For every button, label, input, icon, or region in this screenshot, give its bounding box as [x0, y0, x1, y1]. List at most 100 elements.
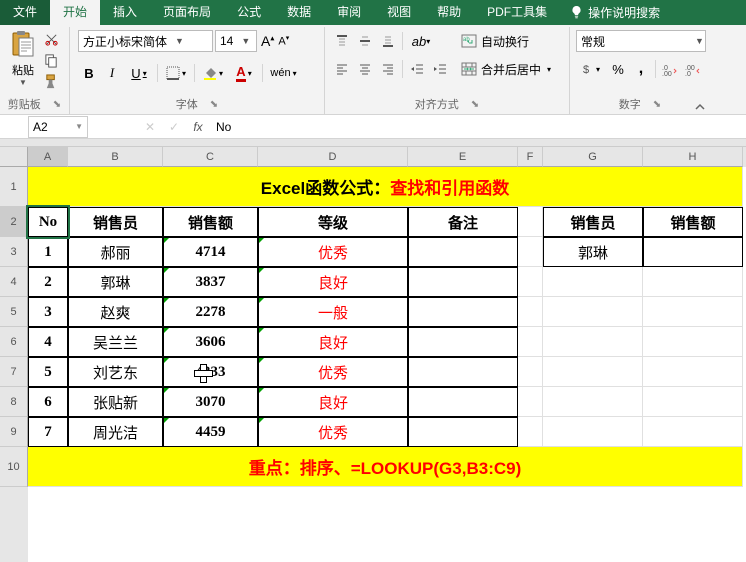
row-header[interactable]: 10: [0, 447, 28, 487]
tab-help[interactable]: 帮助: [424, 0, 474, 25]
phonetic-button[interactable]: wén▾: [266, 62, 301, 84]
cell[interactable]: 赵爽: [68, 297, 163, 327]
underline-button[interactable]: U▾: [124, 62, 154, 84]
percent-button[interactable]: %: [607, 58, 629, 80]
tab-file[interactable]: 文件: [0, 0, 50, 25]
wrap-text-button[interactable]: ab自动换行: [461, 30, 551, 52]
comma-button[interactable]: ,: [630, 58, 652, 80]
insert-function-button[interactable]: fx: [186, 116, 210, 138]
col-header[interactable]: B: [68, 147, 163, 167]
formula-input[interactable]: No: [210, 116, 746, 138]
cell[interactable]: 吴兰兰: [68, 327, 163, 357]
decrease-font-button[interactable]: A▾: [278, 34, 289, 48]
align-center-button[interactable]: [354, 58, 376, 80]
font-size-combo[interactable]: 14▼: [215, 30, 257, 52]
cell[interactable]: [518, 417, 543, 447]
merge-center-button[interactable]: 合并后居中▾: [461, 58, 551, 80]
align-right-button[interactable]: [377, 58, 399, 80]
cell[interactable]: [643, 327, 743, 357]
name-box[interactable]: A2 ▼: [28, 116, 88, 138]
cell[interactable]: 3070: [163, 387, 258, 417]
worksheet-grid[interactable]: 1 2 3 4 5 6 7 8 9 10 A B C D E F G H Exc…: [0, 147, 746, 562]
cell[interactable]: 郭琳: [68, 267, 163, 297]
cut-button[interactable]: [42, 30, 60, 48]
paste-button[interactable]: 粘贴 ▼: [6, 30, 40, 87]
cell[interactable]: 3606: [163, 327, 258, 357]
cell[interactable]: [408, 357, 518, 387]
cell[interactable]: 良好: [258, 327, 408, 357]
tell-me-search[interactable]: 操作说明搜索: [560, 4, 670, 21]
cell-A2-active[interactable]: No: [28, 207, 68, 237]
cell[interactable]: [408, 297, 518, 327]
cell[interactable]: 郭琳: [543, 237, 643, 267]
align-bottom-button[interactable]: [377, 30, 399, 52]
cell[interactable]: 4459: [163, 417, 258, 447]
cell[interactable]: [518, 207, 543, 237]
cell[interactable]: 周光洁: [68, 417, 163, 447]
increase-indent-button[interactable]: [429, 58, 451, 80]
tab-layout[interactable]: 页面布局: [150, 0, 224, 25]
select-all-button[interactable]: [0, 147, 28, 167]
cell[interactable]: 1: [28, 237, 68, 267]
row-header[interactable]: 7: [0, 357, 28, 387]
cell[interactable]: 一般: [258, 297, 408, 327]
cell[interactable]: 良好: [258, 267, 408, 297]
decrease-indent-button[interactable]: [406, 58, 428, 80]
cell[interactable]: [543, 387, 643, 417]
row-header[interactable]: 1: [0, 167, 28, 207]
row-header[interactable]: 5: [0, 297, 28, 327]
cell[interactable]: 良好: [258, 387, 408, 417]
cell[interactable]: [518, 297, 543, 327]
tab-home[interactable]: 开始: [50, 0, 100, 25]
orientation-button[interactable]: ab▾: [406, 30, 436, 52]
cell[interactable]: [518, 327, 543, 357]
col-header[interactable]: C: [163, 147, 258, 167]
cell[interactable]: 2: [28, 267, 68, 297]
cell[interactable]: [643, 357, 743, 387]
cell[interactable]: 备注: [408, 207, 518, 237]
border-button[interactable]: ▾: [161, 62, 191, 84]
cell[interactable]: [518, 267, 543, 297]
cell[interactable]: [518, 387, 543, 417]
cell[interactable]: 销售员: [68, 207, 163, 237]
bold-button[interactable]: B: [78, 62, 100, 84]
align-top-button[interactable]: [331, 30, 353, 52]
alignment-launcher[interactable]: ⬊: [471, 99, 479, 110]
merged-cell-title[interactable]: Excel函数公式： 查找和引用函数: [28, 167, 743, 207]
italic-button[interactable]: I: [101, 62, 123, 84]
cell[interactable]: [408, 417, 518, 447]
format-painter-button[interactable]: [42, 72, 60, 90]
cell[interactable]: [408, 267, 518, 297]
clipboard-launcher[interactable]: ⬊: [53, 99, 61, 110]
cell[interactable]: [643, 267, 743, 297]
tab-view[interactable]: 视图: [374, 0, 424, 25]
cell[interactable]: 5: [28, 357, 68, 387]
font-launcher[interactable]: ⬊: [210, 99, 218, 110]
cell[interactable]: [543, 417, 643, 447]
cell[interactable]: [408, 237, 518, 267]
row-header[interactable]: 8: [0, 387, 28, 417]
align-left-button[interactable]: [331, 58, 353, 80]
col-header[interactable]: E: [408, 147, 518, 167]
tab-formulas[interactable]: 公式: [224, 0, 274, 25]
number-launcher[interactable]: ⬊: [653, 99, 661, 110]
collapse-ribbon-button[interactable]: [694, 101, 706, 114]
cell[interactable]: 4: [28, 327, 68, 357]
accounting-format-button[interactable]: $▾: [576, 58, 606, 80]
cell[interactable]: [643, 417, 743, 447]
cell[interactable]: 4714: [163, 237, 258, 267]
cell[interactable]: 销售额: [643, 207, 743, 237]
cell[interactable]: 4333: [163, 357, 258, 387]
cell[interactable]: 优秀: [258, 417, 408, 447]
cell[interactable]: [408, 327, 518, 357]
cell[interactable]: [543, 267, 643, 297]
align-middle-button[interactable]: [354, 30, 376, 52]
row-header[interactable]: 4: [0, 267, 28, 297]
cell[interactable]: [543, 297, 643, 327]
col-header[interactable]: G: [543, 147, 643, 167]
row-header[interactable]: 9: [0, 417, 28, 447]
cell[interactable]: 6: [28, 387, 68, 417]
row-header[interactable]: 3: [0, 237, 28, 267]
decrease-decimal-button[interactable]: .00.0: [682, 58, 704, 80]
cell[interactable]: [643, 297, 743, 327]
